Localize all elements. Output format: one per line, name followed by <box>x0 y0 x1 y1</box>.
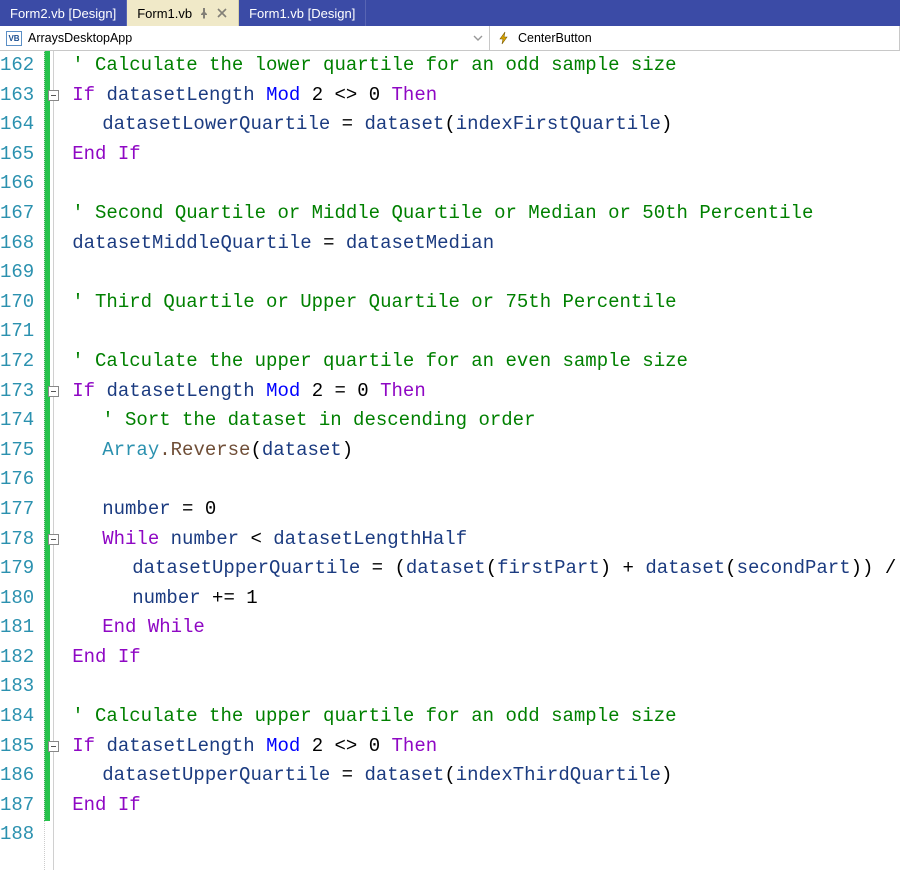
tab-form1-code[interactable]: Form1.vb <box>127 0 239 26</box>
code-line[interactable]: number = 0 <box>44 495 900 525</box>
tab-form1-design[interactable]: Form1.vb [Design] <box>239 0 366 26</box>
line-number: 172 <box>0 347 34 377</box>
vb-project-icon: VB <box>6 30 22 46</box>
line-number: 184 <box>0 702 34 732</box>
tab-form2-design[interactable]: Form2.vb [Design] <box>0 0 127 26</box>
code-line[interactable]: If datasetLength Mod 2 <> 0 Then <box>44 732 900 762</box>
line-number: 180 <box>0 584 34 614</box>
code-area[interactable]: ' Calculate the lower quartile for an od… <box>44 51 900 870</box>
code-line[interactable]: ' Second Quartile or Middle Quartile or … <box>44 199 900 229</box>
member-label: CenterButton <box>518 31 592 45</box>
code-line[interactable]: datasetLowerQuartile = dataset(indexFirs… <box>44 110 900 140</box>
code-line[interactable]: End While <box>44 613 900 643</box>
code-line[interactable]: ' Sort the dataset in descending order <box>44 406 900 436</box>
code-line[interactable]: End If <box>44 791 900 821</box>
document-tab-strip: Form2.vb [Design] Form1.vb Form1.vb [Des… <box>0 0 900 26</box>
line-number: 181 <box>0 613 34 643</box>
line-number: 185 <box>0 732 34 762</box>
code-line[interactable] <box>44 317 900 347</box>
line-number: 163 <box>0 81 34 111</box>
close-icon[interactable] <box>216 7 228 19</box>
line-number: 182 <box>0 643 34 673</box>
member-dropdown[interactable]: CenterButton <box>490 26 900 50</box>
line-number: 168 <box>0 229 34 259</box>
line-number: 165 <box>0 140 34 170</box>
line-number: 178 <box>0 525 34 555</box>
line-number: 177 <box>0 495 34 525</box>
code-line[interactable]: ' Calculate the lower quartile for an od… <box>44 51 900 81</box>
code-line[interactable] <box>44 169 900 199</box>
code-line[interactable]: ' Calculate the upper quartile for an od… <box>44 702 900 732</box>
code-line[interactable] <box>44 820 900 850</box>
tab-label: Form1.vb <box>137 6 192 21</box>
code-line[interactable]: End If <box>44 643 900 673</box>
chevron-down-icon <box>473 33 483 43</box>
line-number: 169 <box>0 258 34 288</box>
line-number: 187 <box>0 791 34 821</box>
line-number: 166 <box>0 169 34 199</box>
code-line[interactable]: If datasetLength Mod 2 <> 0 Then <box>44 81 900 111</box>
line-number: 171 <box>0 317 34 347</box>
code-line[interactable]: datasetUpperQuartile = (dataset(firstPar… <box>44 554 900 584</box>
line-number: 179 <box>0 554 34 584</box>
code-line[interactable]: ' Third Quartile or Upper Quartile or 75… <box>44 288 900 318</box>
line-number: 183 <box>0 672 34 702</box>
code-editor[interactable]: 1621631641651661671681691701711721731741… <box>0 51 900 870</box>
code-line[interactable]: If datasetLength Mod 2 = 0 Then <box>44 377 900 407</box>
line-number: 170 <box>0 288 34 318</box>
line-number: 186 <box>0 761 34 791</box>
code-line[interactable] <box>44 672 900 702</box>
code-line[interactable]: End If <box>44 140 900 170</box>
line-number: 188 <box>0 820 34 850</box>
line-number: 176 <box>0 465 34 495</box>
line-number: 167 <box>0 199 34 229</box>
code-line[interactable] <box>44 258 900 288</box>
navigation-bar: VB ArraysDesktopApp CenterButton <box>0 26 900 51</box>
scope-label: ArraysDesktopApp <box>28 31 132 45</box>
code-line[interactable]: number += 1 <box>44 584 900 614</box>
code-line[interactable]: datasetUpperQuartile = dataset(indexThir… <box>44 761 900 791</box>
line-number: 174 <box>0 406 34 436</box>
code-line[interactable]: Array.Reverse(dataset) <box>44 436 900 466</box>
line-number: 164 <box>0 110 34 140</box>
line-number-gutter: 1621631641651661671681691701711721731741… <box>0 51 44 870</box>
event-icon <box>496 30 512 46</box>
line-number: 173 <box>0 377 34 407</box>
tab-label: Form1.vb [Design] <box>249 6 355 21</box>
pin-icon[interactable] <box>198 7 210 19</box>
code-line[interactable]: datasetMiddleQuartile = datasetMedian <box>44 229 900 259</box>
code-line[interactable]: ' Calculate the upper quartile for an ev… <box>44 347 900 377</box>
line-number: 175 <box>0 436 34 466</box>
code-line[interactable] <box>44 465 900 495</box>
code-line[interactable]: While number < datasetLengthHalf <box>44 525 900 555</box>
line-number: 162 <box>0 51 34 81</box>
scope-dropdown[interactable]: VB ArraysDesktopApp <box>0 26 490 50</box>
tab-label: Form2.vb [Design] <box>10 6 116 21</box>
